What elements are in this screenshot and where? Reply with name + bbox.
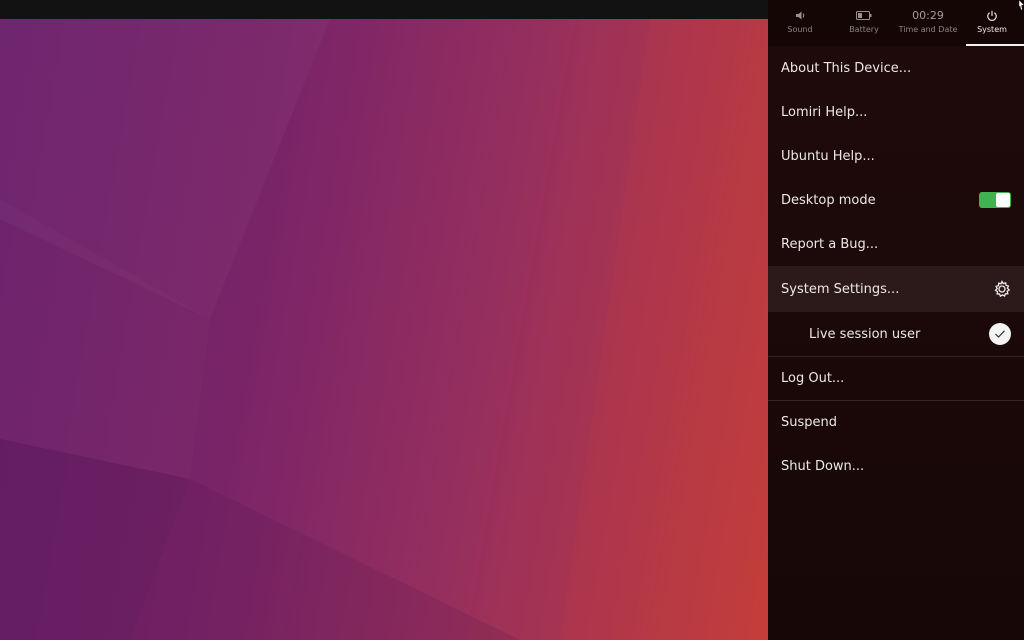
mouse-cursor-icon [1019, 0, 1024, 10]
about-this-device-item[interactable]: About This Device... [768, 46, 1024, 90]
indicator-panel: Sound Battery 00:29 Time and Date System… [768, 0, 1024, 640]
tab-sound[interactable]: Sound [768, 0, 832, 46]
suspend-label: Suspend [781, 415, 838, 430]
indicator-tabs: Sound Battery 00:29 Time and Date System [768, 0, 1024, 46]
tab-battery[interactable]: Battery [832, 0, 896, 46]
battery-icon [856, 9, 872, 22]
report-a-bug-item[interactable]: Report a Bug... [768, 222, 1024, 266]
log-out-item[interactable]: Log Out... [768, 356, 1024, 400]
live-session-user-label: Live session user [809, 326, 921, 342]
lomiri-help-item[interactable]: Lomiri Help... [768, 90, 1024, 134]
lomiri-help-label: Lomiri Help... [781, 104, 868, 120]
speaker-icon [795, 9, 806, 22]
system-settings-item[interactable]: System Settings... [768, 266, 1024, 312]
clock-readout: 00:29 [912, 9, 944, 22]
tab-battery-label: Battery [849, 25, 879, 34]
wallpaper-shapes [0, 19, 768, 640]
desktop-screen: Sound Battery 00:29 Time and Date System… [0, 0, 1024, 640]
ubuntu-help-item[interactable]: Ubuntu Help... [768, 134, 1024, 178]
report-a-bug-label: Report a Bug... [781, 236, 879, 252]
power-icon [986, 9, 998, 22]
system-menu: About This Device... Lomiri Help... Ubun… [768, 46, 1024, 488]
tab-system-label: System [977, 25, 1007, 34]
desktop-mode-label: Desktop mode [781, 192, 876, 208]
about-this-device-label: About This Device... [781, 60, 912, 76]
desktop-mode-item: Desktop mode [768, 178, 1024, 222]
shut-down-item[interactable]: Shut Down... [768, 444, 1024, 488]
suspend-item[interactable]: Suspend [768, 400, 1024, 444]
log-out-label: Log Out... [781, 371, 845, 386]
system-settings-label: System Settings... [781, 281, 900, 297]
check-icon [989, 323, 1011, 345]
tab-time-and-date-label: Time and Date [898, 25, 958, 34]
desktop-wallpaper [0, 19, 768, 640]
tab-sound-label: Sound [787, 25, 813, 34]
tab-system[interactable]: System [960, 0, 1024, 46]
ubuntu-help-label: Ubuntu Help... [781, 148, 875, 164]
desktop-mode-toggle[interactable] [979, 192, 1011, 208]
shut-down-label: Shut Down... [781, 458, 865, 474]
tab-time-and-date[interactable]: 00:29 Time and Date [896, 0, 960, 46]
toggle-knob [996, 193, 1010, 207]
live-session-user-item[interactable]: Live session user [768, 312, 1024, 356]
gear-icon [994, 280, 1011, 298]
